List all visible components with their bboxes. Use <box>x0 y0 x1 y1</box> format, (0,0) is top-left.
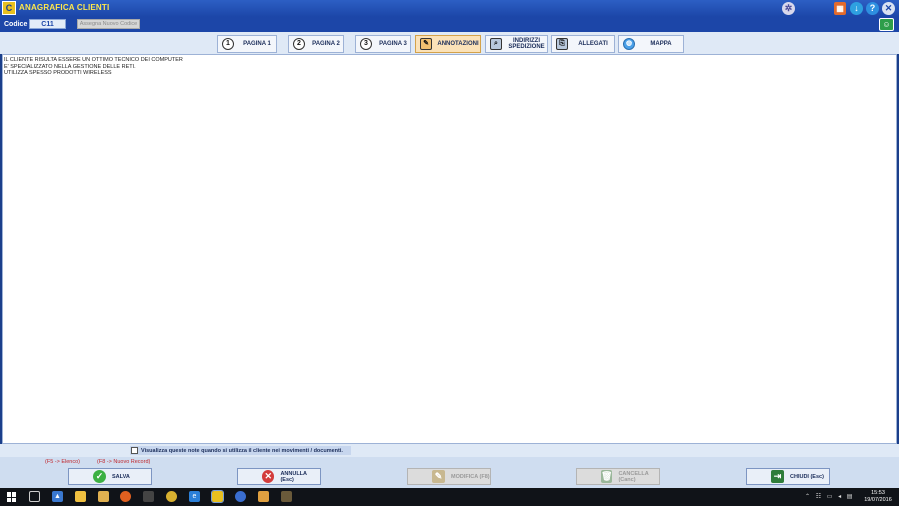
clock-time: 15:53 <box>871 490 885 496</box>
show-notes-option[interactable]: Visualizza queste note quando si utilizz… <box>130 446 351 455</box>
globe-icon: ◍ <box>623 38 635 50</box>
cancel-button[interactable]: ✕ ANNULLA (Esc) <box>237 468 321 485</box>
edit-button[interactable]: ✎ MODIFICA (F8) <box>407 468 491 485</box>
code-field[interactable]: C11 <box>29 19 66 29</box>
edit-label: MODIFICA (F8) <box>451 473 490 480</box>
tab-label: INDIRIZZI SPEDIZIONE <box>508 37 545 51</box>
edge-icon[interactable]: e <box>189 491 200 502</box>
shipping-icon: ⌕ <box>490 38 502 50</box>
tab-annotazioni[interactable]: ✎ ANNOTAZIONI <box>415 35 481 53</box>
title-bar: C ANAGRAFICA CLIENTI ✲ ▦ ↓ ? ✕ <box>0 0 899 17</box>
taskbar: ▲ e ⌃ ☷ ▭ ◂ ▤ 15:53 19/07/2016 <box>0 488 899 506</box>
user-icon[interactable]: ☺ <box>879 18 894 31</box>
close-button[interactable]: ⇥ CHIUDI (Esc) <box>746 468 830 485</box>
cancel-label: ANNULLA (Esc) <box>280 470 307 483</box>
show-notes-label: Visualizza queste note quando si utilizz… <box>141 447 343 454</box>
show-notes-checkbox[interactable] <box>131 447 138 454</box>
x-circle-icon: ✕ <box>262 470 275 483</box>
tab-label: MAPPA <box>650 40 672 47</box>
help-icon[interactable]: ? <box>866 2 879 15</box>
tab-mappa[interactable]: ◍ MAPPA <box>618 35 684 53</box>
pencil-icon: ✎ <box>432 470 445 483</box>
number-3-icon: 3 <box>360 38 372 50</box>
hint-list: (F5 -> Elenco) <box>45 459 80 465</box>
media-icon[interactable] <box>258 491 269 502</box>
tab-indirizzi-spedizione[interactable]: ⌕ INDIRIZZI SPEDIZIONE <box>485 35 548 53</box>
trash-icon: 🗑 <box>601 470 613 483</box>
number-2-icon: 2 <box>293 38 305 50</box>
user-app-icon[interactable]: ▲ <box>52 491 63 502</box>
checkmark-icon: ✓ <box>93 470 106 483</box>
close-label: CHIUDI (Esc) <box>790 473 824 480</box>
delete-button[interactable]: 🗑 CANCELLA (Canc) <box>576 468 660 485</box>
tab-pagina-1[interactable]: 1 PAGINA 1 <box>217 35 277 53</box>
folder-icon[interactable] <box>98 491 109 502</box>
app-taskbar-icon[interactable] <box>211 490 224 503</box>
window-title: ANAGRAFICA CLIENTI <box>19 3 110 12</box>
tab-label: ANNOTAZIONI <box>437 40 479 47</box>
tab-label: PAGINA 1 <box>243 40 271 47</box>
calculator-icon[interactable]: ▦ <box>834 2 846 15</box>
windows-start-icon[interactable] <box>7 492 17 502</box>
notes-icon: ✎ <box>420 38 432 50</box>
code-label: Codice <box>4 21 28 28</box>
task-view-icon[interactable] <box>29 491 40 502</box>
code-bar: Codice C11 Assegna Nuovo Codice ☺ <box>0 17 899 32</box>
terminal-icon[interactable] <box>143 491 154 502</box>
tab-label: PAGINA 2 <box>312 40 340 47</box>
delete-label: CANCELLA (Canc) <box>618 470 649 483</box>
tab-label: ALLEGATI <box>578 40 608 47</box>
tab-strip: 1 PAGINA 1 2 PAGINA 2 3 PAGINA 3 ✎ ANNOT… <box>0 32 899 54</box>
firefox-icon[interactable] <box>120 491 131 502</box>
tab-pagina-3[interactable]: 3 PAGINA 3 <box>355 35 411 53</box>
tool-icon[interactable] <box>281 491 292 502</box>
footer-bar: (F5 -> Elenco) (F8 -> Nuovo Record) ✓ SA… <box>0 457 899 488</box>
app-logo-icon: C <box>2 1 16 15</box>
hint-new-record: (F8 -> Nuovo Record) <box>97 459 151 465</box>
download-icon[interactable]: ↓ <box>850 2 863 15</box>
clock[interactable]: 15:53 19/07/2016 <box>862 490 894 504</box>
system-tray-icons[interactable]: ⌃ ☷ ▭ ◂ ▤ <box>805 493 854 500</box>
number-1-icon: 1 <box>222 38 234 50</box>
assign-new-code-button[interactable]: Assegna Nuovo Codice <box>77 19 140 29</box>
save-button[interactable]: ✓ SALVA <box>68 468 152 485</box>
tab-label: PAGINA 3 <box>379 40 407 47</box>
paperclip-icon: ⎘ <box>556 38 568 50</box>
clock-date: 19/07/2016 <box>864 497 892 503</box>
tab-allegati[interactable]: ⎘ ALLEGATI <box>551 35 615 53</box>
web-icon[interactable] <box>235 491 246 502</box>
close-icon[interactable]: ✕ <box>882 2 895 15</box>
settings-gear-icon[interactable]: ✲ <box>782 2 795 15</box>
file-explorer-icon[interactable] <box>75 491 86 502</box>
checkbox-bar: Visualizza queste note quando si utilizz… <box>0 444 899 457</box>
tab-pagina-2[interactable]: 2 PAGINA 2 <box>288 35 344 53</box>
notes-textarea[interactable]: IL CLIENTE RISULTA ESSERE UN OTTIMO TECN… <box>2 54 897 444</box>
chrome-icon[interactable] <box>166 491 177 502</box>
save-label: SALVA <box>112 473 130 480</box>
exit-door-icon: ⇥ <box>771 470 784 483</box>
